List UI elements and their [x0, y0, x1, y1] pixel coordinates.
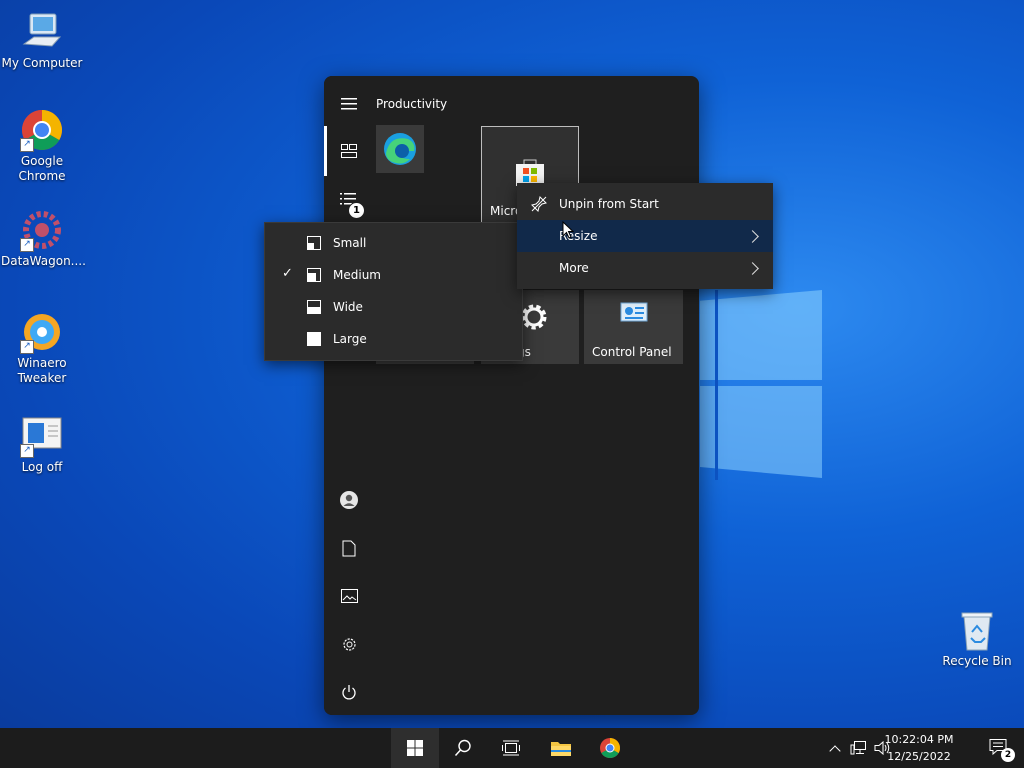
- unpin-from-start-item[interactable]: Unpin from Start: [517, 188, 773, 220]
- resize-submenu: Small ✓ Medium Wide Large: [264, 222, 523, 361]
- shortcut-arrow-icon: ↗: [20, 238, 34, 252]
- windows-logo-icon: [407, 740, 423, 756]
- search-icon: [454, 739, 471, 757]
- chevron-right-icon: [746, 262, 759, 275]
- file-explorer-button[interactable]: [537, 728, 585, 768]
- notification-count-badge: 2: [1001, 748, 1015, 762]
- gear-cluster-icon: ↗: [20, 208, 64, 252]
- resize-item[interactable]: Resize: [517, 220, 773, 252]
- tile-control-panel[interactable]: Control Panel: [584, 290, 683, 364]
- unpin-icon: [531, 196, 547, 212]
- network-icon: [850, 741, 866, 755]
- task-view-button[interactable]: [487, 728, 535, 768]
- desktop-icon-google-chrome[interactable]: ↗ Google Chrome: [1, 108, 83, 184]
- more-item[interactable]: More: [517, 252, 773, 284]
- tile-label: Control Panel: [592, 345, 672, 359]
- tile-edge[interactable]: [376, 125, 424, 173]
- shortcut-arrow-icon: ↗: [20, 340, 34, 354]
- log-off-icon: ↗: [20, 414, 64, 458]
- resize-option-label: Wide: [333, 300, 363, 314]
- start-button[interactable]: [391, 728, 439, 768]
- settings-button[interactable]: [324, 624, 374, 664]
- user-account-button[interactable]: [324, 480, 374, 520]
- desktop-icon-recycle-bin[interactable]: Recycle Bin: [936, 608, 1018, 669]
- shortcut-arrow-icon: ↗: [20, 138, 34, 152]
- picture-icon: [340, 589, 358, 603]
- desktop-icon-label: My Computer: [1, 56, 83, 70]
- mouse-cursor-icon: [562, 221, 574, 239]
- gear-icon: [342, 637, 356, 651]
- recycle-bin-icon: [955, 608, 999, 652]
- chevron-up-icon: [829, 744, 841, 757]
- desktop-icon-label: Recycle Bin: [942, 654, 1012, 668]
- edge-icon: [384, 133, 416, 165]
- desktop-icon-label: DataWagon....: [1, 254, 86, 268]
- all-apps-button[interactable]: 1: [324, 180, 374, 220]
- action-center-button[interactable]: 2: [976, 728, 1024, 768]
- chrome-icon: [600, 738, 620, 758]
- pinned-tiles-button[interactable]: [324, 131, 374, 171]
- desktop-icon-label: Log off: [21, 460, 63, 474]
- folder-icon: [551, 742, 571, 756]
- show-hidden-icons-button[interactable]: [822, 728, 848, 768]
- taskbar: 10:22:04 PM 12/25/2022 2: [0, 728, 1024, 768]
- resize-option-medium[interactable]: ✓ Medium: [265, 259, 522, 291]
- resize-option-label: Small: [333, 236, 367, 250]
- tile-context-menu: Unpin from Start Resize More: [517, 183, 773, 289]
- tiles-icon: [341, 144, 357, 158]
- large-size-icon: [307, 332, 321, 346]
- wallpaper-windows-logo: [700, 290, 822, 480]
- resize-option-large[interactable]: Large: [265, 323, 522, 355]
- chevron-right-icon: [746, 230, 759, 243]
- clock-date[interactable]: 12/25/2022: [874, 749, 964, 764]
- resize-option-label: Medium: [333, 268, 381, 282]
- desktop-icon-winaero-tweaker[interactable]: ↗ Winaero Tweaker: [1, 310, 83, 386]
- shortcut-arrow-icon: ↗: [20, 444, 34, 458]
- tile-group-title: Productivity: [376, 97, 448, 111]
- start-nav-rail: 1: [324, 76, 374, 715]
- resize-option-small[interactable]: Small: [265, 227, 522, 259]
- small-size-icon: [307, 236, 321, 250]
- task-view-icon: [502, 740, 520, 756]
- documents-button[interactable]: [324, 528, 374, 568]
- desktop-icon-my-computer[interactable]: My Computer: [1, 10, 83, 71]
- menu-item-label: Unpin from Start: [559, 197, 659, 211]
- pictures-button[interactable]: [324, 576, 374, 616]
- winaero-icon: ↗: [20, 310, 64, 354]
- user-avatar-icon: [340, 491, 358, 509]
- medium-size-icon: [307, 268, 321, 282]
- desktop-icon-log-off[interactable]: ↗ Log off: [1, 414, 83, 475]
- control-panel-icon: [620, 302, 648, 322]
- power-icon: [342, 685, 356, 700]
- clock-time[interactable]: 10:22:04 PM: [874, 732, 964, 747]
- gear-icon: [521, 304, 547, 330]
- power-button[interactable]: [324, 672, 374, 712]
- checkmark-icon: ✓: [282, 266, 293, 281]
- start-menu: 1 Productivity Micro gs Control Panel: [324, 76, 699, 715]
- hamburger-icon: [341, 98, 357, 110]
- network-button[interactable]: [846, 728, 872, 768]
- computer-icon: [20, 10, 64, 54]
- hamburger-menu-button[interactable]: [324, 84, 374, 124]
- document-icon: [342, 540, 356, 556]
- desktop-icon-datawagon[interactable]: ↗ DataWagon....: [1, 208, 86, 269]
- desktop-icon-label: Google Chrome: [18, 154, 66, 183]
- chrome-taskbar-button[interactable]: [586, 728, 634, 768]
- search-button[interactable]: [439, 728, 487, 768]
- wide-size-icon: [307, 300, 321, 314]
- menu-item-label: More: [559, 261, 589, 275]
- desktop-icon-label: Winaero Tweaker: [17, 356, 67, 385]
- notification-badge: 1: [348, 202, 365, 219]
- resize-option-label: Large: [333, 332, 367, 346]
- chrome-icon: ↗: [20, 108, 64, 152]
- resize-option-wide[interactable]: Wide: [265, 291, 522, 323]
